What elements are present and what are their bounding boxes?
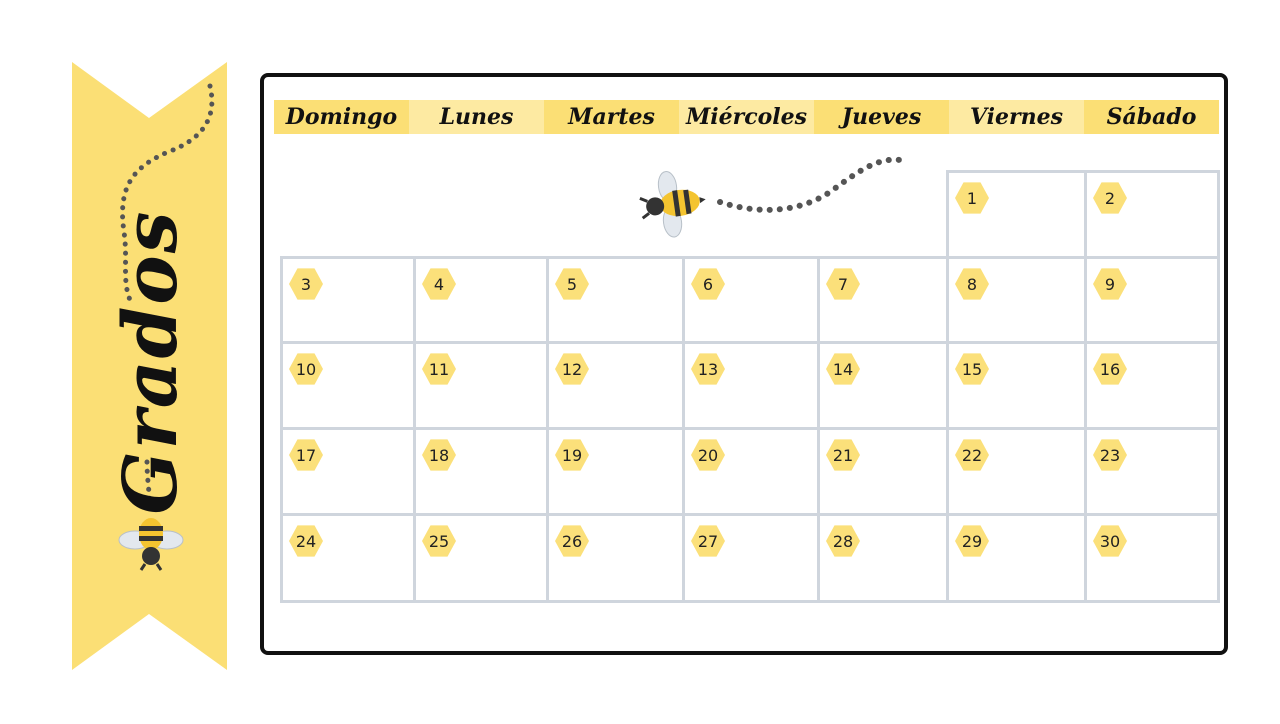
day-number-badge: 16 xyxy=(1093,353,1127,385)
calendar-day-cell[interactable]: 10 xyxy=(280,341,416,430)
weekday-header-row: Domingo Lunes Martes Miércoles Jueves Vi… xyxy=(274,100,1219,134)
day-number-badge: 24 xyxy=(289,525,323,557)
day-number-badge: 9 xyxy=(1093,268,1127,300)
weekday-header-tuesday: Martes xyxy=(544,100,679,134)
weekday-header-thursday: Jueves xyxy=(814,100,949,134)
calendar-day-cell[interactable]: 29 xyxy=(946,513,1087,603)
calendar-day-cell[interactable]: 24 xyxy=(280,513,416,603)
day-number-badge: 20 xyxy=(691,439,725,471)
calendar-day-cell[interactable]: 13 xyxy=(682,341,820,430)
calendar-day-cell[interactable]: 18 xyxy=(413,427,549,516)
day-number-badge: 12 xyxy=(555,353,589,385)
weekday-header-saturday: Sábado xyxy=(1084,100,1219,134)
side-banner: Grados xyxy=(0,0,240,720)
calendar-day-cell[interactable]: 16 xyxy=(1084,341,1220,430)
calendar-day-cell[interactable]: 30 xyxy=(1084,513,1220,603)
weekday-header-wednesday: Miércoles xyxy=(679,100,814,134)
day-number-badge: 4 xyxy=(422,268,456,300)
calendar-day-cell[interactable]: 26 xyxy=(546,513,685,603)
day-number-badge: 30 xyxy=(1093,525,1127,557)
day-number-badge: 28 xyxy=(826,525,860,557)
day-number-badge: 7 xyxy=(826,268,860,300)
weekday-header-friday: Viernes xyxy=(949,100,1084,134)
banner-title: Grados xyxy=(108,209,194,515)
calendar-day-cell[interactable]: 20 xyxy=(682,427,820,516)
day-number-badge: 29 xyxy=(955,525,989,557)
day-number-badge: 2 xyxy=(1093,182,1127,214)
calendar-day-cell[interactable]: 23 xyxy=(1084,427,1220,516)
day-number-badge: 26 xyxy=(555,525,589,557)
day-number-badge: 11 xyxy=(422,353,456,385)
day-number-badge: 6 xyxy=(691,268,725,300)
calendar-day-cell[interactable]: 19 xyxy=(546,427,685,516)
calendar-day-cell[interactable]: 7 xyxy=(817,256,949,344)
day-number-badge: 25 xyxy=(422,525,456,557)
calendar-day-cell[interactable]: 12 xyxy=(546,341,685,430)
calendar-day-cell[interactable]: 15 xyxy=(946,341,1087,430)
day-number-badge: 13 xyxy=(691,353,725,385)
day-number-badge: 21 xyxy=(826,439,860,471)
day-number-badge: 10 xyxy=(289,353,323,385)
calendar-day-cell[interactable]: 14 xyxy=(817,341,949,430)
day-number-badge: 15 xyxy=(955,353,989,385)
weekday-header-monday: Lunes xyxy=(409,100,544,134)
day-number-badge: 19 xyxy=(555,439,589,471)
day-number-badge: 14 xyxy=(826,353,860,385)
calendar-day-cell[interactable]: 1 xyxy=(946,170,1087,259)
calendar-day-cell[interactable]: 8 xyxy=(946,256,1087,344)
calendar-day-cell[interactable]: 21 xyxy=(817,427,949,516)
calendar-day-cell[interactable]: 6 xyxy=(682,256,820,344)
day-number-badge: 17 xyxy=(289,439,323,471)
calendar-day-cell[interactable]: 9 xyxy=(1084,256,1220,344)
day-number-badge: 1 xyxy=(955,182,989,214)
day-number-badge: 23 xyxy=(1093,439,1127,471)
calendar-day-cell[interactable]: 5 xyxy=(546,256,685,344)
day-number-badge: 22 xyxy=(955,439,989,471)
day-number-badge: 18 xyxy=(422,439,456,471)
calendar-day-cell[interactable]: 27 xyxy=(682,513,820,603)
calendar-day-cell[interactable]: 2 xyxy=(1084,170,1220,259)
calendar-day-cell[interactable]: 22 xyxy=(946,427,1087,516)
calendar-day-cell[interactable]: 17 xyxy=(280,427,416,516)
day-number-badge: 3 xyxy=(289,268,323,300)
day-number-badge: 27 xyxy=(691,525,725,557)
day-number-badge: 5 xyxy=(555,268,589,300)
calendar-day-cell[interactable]: 28 xyxy=(817,513,949,603)
calendar-day-cell[interactable]: 3 xyxy=(280,256,416,344)
calendar-day-cell[interactable]: 11 xyxy=(413,341,549,430)
calendar-day-cell[interactable]: 4 xyxy=(413,256,549,344)
calendar-day-cell[interactable]: 25 xyxy=(413,513,549,603)
day-number-badge: 8 xyxy=(955,268,989,300)
weekday-header-sunday: Domingo xyxy=(274,100,409,134)
